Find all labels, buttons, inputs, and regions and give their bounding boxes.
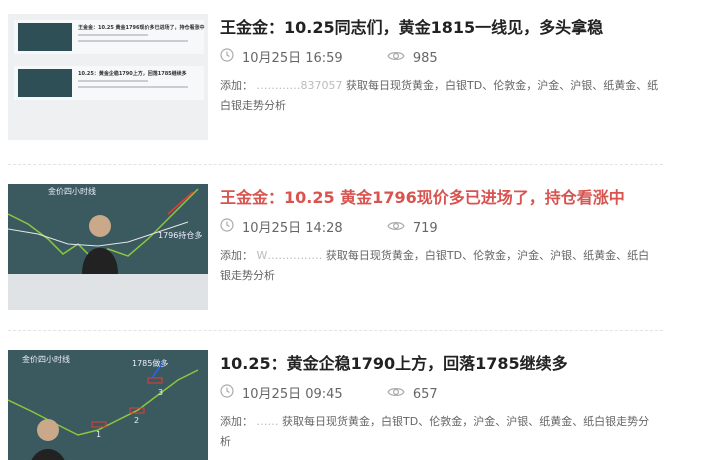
divider [8, 164, 663, 165]
thumbnail-mini-image [18, 69, 72, 97]
article-date: 10月25日 09:45 [242, 387, 343, 402]
thumbnail-number: 3 [158, 388, 164, 397]
desc-contact: …… [256, 415, 279, 428]
thumbnail-row: 10.25：黄金企稳1790上方，回落1785继续多 [14, 66, 204, 100]
thumbnail-chart [8, 184, 208, 274]
desc-text: 获取每日现货黄金，白银TD、伦敦金，沪金、沪银、纸黄金、纸白银走势分析 [220, 415, 650, 448]
thumbnail-header: 金价四小时线 [48, 187, 96, 196]
article-thumbnail[interactable]: 王金金：10.25 黄金1796现价多已进场了，持仓看涨中 10.25：黄金企稳… [8, 14, 208, 140]
thumbnail-mini-line [78, 86, 188, 88]
article-date: 10月25日 14:28 [242, 221, 343, 236]
eye-icon [387, 49, 405, 69]
thumbnail-mini-image [18, 23, 72, 51]
clock-icon [220, 48, 234, 69]
eye-icon [387, 219, 405, 239]
desc-contact: …………837057 [256, 79, 343, 92]
thumbnail-mini-title: 10.25：黄金企稳1790上方，回落1785继续多 [78, 71, 187, 77]
article-title[interactable]: 王金金：10.25同志们，黄金1815一线见，多头拿稳 [220, 16, 690, 40]
clock-icon [220, 218, 234, 239]
article-meta: 10月25日 14:28 719 [220, 218, 438, 238]
thumbnail-chart [8, 350, 208, 460]
desc-prefix: 添加： [220, 415, 253, 428]
eye-icon [387, 385, 405, 405]
thumbnail-mini-line [78, 34, 148, 36]
thumbnail-mini-title: 王金金：10.25 黄金1796现价多已进场了，持仓看涨中 [78, 25, 205, 31]
thumbnail-header: 金价四小时线 [22, 355, 70, 364]
article-date: 10月25日 16:59 [242, 51, 343, 66]
thumbnail-caption: 1796持仓多 [158, 231, 203, 240]
thumbnail-number: 2 [134, 416, 140, 425]
article-meta: 10月25日 16:59 985 [220, 48, 438, 68]
article-thumbnail[interactable]: 金价四小时线 1785做多 1 2 3 [8, 350, 208, 460]
thumbnail-caption: 1785做多 [132, 359, 169, 368]
article-description: 添加： W…………… 获取每日现货黄金，白银TD、伦敦金，沪金、沪银、纸黄金、纸… [220, 246, 660, 286]
desc-prefix: 添加： [220, 249, 253, 262]
thumbnail-mini-line [78, 80, 148, 82]
desc-contact: W…………… [256, 249, 323, 262]
article-views: 985 [412, 51, 438, 66]
article-meta: 10月25日 09:45 657 [220, 384, 438, 404]
article-views: 719 [412, 221, 438, 236]
thumbnail-number: 1 [96, 430, 102, 439]
article-item[interactable]: 金价四小时线 1796持仓多 王金金：10.25 黄金1796现价多已进场了，持… [0, 184, 710, 344]
article-item[interactable]: 王金金：10.25 黄金1796现价多已进场了，持仓看涨中 10.25：黄金企稳… [0, 14, 710, 174]
article-views: 657 [412, 387, 438, 402]
desc-prefix: 添加： [220, 79, 253, 92]
article-item[interactable]: 金价四小时线 1785做多 1 2 3 10.25：黄金企稳1790上方，回落1… [0, 350, 710, 460]
article-thumbnail[interactable]: 金价四小时线 1796持仓多 [8, 184, 208, 310]
article-title[interactable]: 王金金：10.25 黄金1796现价多已进场了，持仓看涨中 [220, 186, 690, 210]
article-description: 添加： …… 获取每日现货黄金，白银TD、伦敦金，沪金、沪银、纸黄金、纸白银走势… [220, 412, 660, 452]
divider [8, 330, 663, 331]
article-title[interactable]: 10.25：黄金企稳1790上方，回落1785继续多 [220, 352, 690, 376]
article-description: 添加： …………837057 获取每日现货黄金，白银TD、伦敦金，沪金、沪银、纸… [220, 76, 660, 116]
clock-icon [220, 384, 234, 405]
thumbnail-row: 王金金：10.25 黄金1796现价多已进场了，持仓看涨中 [14, 20, 204, 54]
thumbnail-mini-line [78, 40, 188, 42]
